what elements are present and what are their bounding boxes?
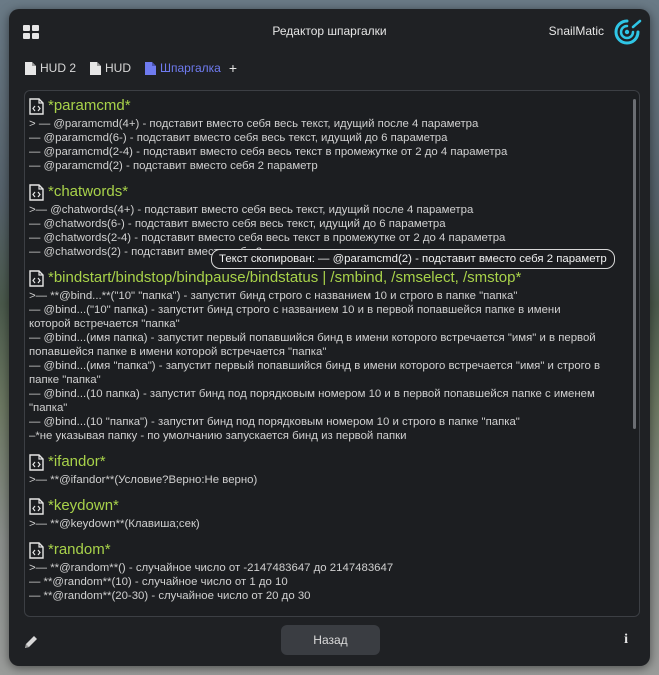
section-title: *keydown* <box>48 497 119 514</box>
snail-logo-icon <box>614 19 642 45</box>
cheatsheet-line[interactable]: — **@random**(10) - случайное число от 1… <box>29 575 629 589</box>
tab-label: Шпаргалка <box>160 61 221 75</box>
cheatsheet-line[interactable]: –*не указывая папку - по умолчанию запус… <box>29 429 629 443</box>
cheatsheet-line[interactable]: — @bind...(10 "папка") - запустит бинд п… <box>29 415 629 429</box>
cheatsheet-line[interactable]: которой встречается "папка" <box>29 317 629 331</box>
title-bar: Редактор шпаргалки SnailMatic <box>9 9 650 55</box>
cheatsheet-line[interactable]: — **@random**(20-30) - случайное число о… <box>29 589 629 603</box>
section-heading: *random* <box>29 539 629 561</box>
section-title: *bindstart/bindstop/bindpause/bindstatus… <box>48 269 522 286</box>
section-heading: *chatwords* <box>29 181 629 203</box>
tab-cheatsheet[interactable]: Шпаргалка <box>145 61 221 75</box>
code-file-icon <box>29 269 44 287</box>
cheatsheet-line[interactable]: — @bind...(имя "папка") - запустит первы… <box>29 359 629 373</box>
editor-window: Редактор шпаргалки SnailMatic HUD 2 HUD … <box>9 9 650 666</box>
copied-tooltip: Текст скопирован: — @paramcmd(2) - подст… <box>211 249 615 269</box>
tab-bar: HUD 2 HUD Шпаргалка + <box>25 59 237 77</box>
section-title: *paramcmd* <box>48 97 131 114</box>
section-title: *ifandor* <box>48 453 106 470</box>
section-heading: *keydown* <box>29 495 629 517</box>
code-file-icon <box>29 183 44 201</box>
section-title: *random* <box>48 541 111 558</box>
code-file-icon <box>29 453 44 471</box>
tab-hud[interactable]: HUD <box>90 61 131 75</box>
cheatsheet-line[interactable]: >— **@random**() - случайное число от -2… <box>29 561 629 575</box>
document-icon <box>145 61 157 75</box>
footer: Назад i <box>9 614 650 666</box>
back-button[interactable]: Назад <box>281 625 380 655</box>
code-file-icon <box>29 541 44 559</box>
tab-label: HUD 2 <box>40 61 77 75</box>
info-icon[interactable]: i <box>624 632 628 648</box>
tab-label: HUD <box>105 61 132 75</box>
cheatsheet-line[interactable]: — @bind...(10 папка) - запустит бинд под… <box>29 387 629 401</box>
cheatsheet-line[interactable]: >— **@ifandor**(Условие?Верно:Не верно) <box>29 473 629 487</box>
cheatsheet-line[interactable]: "папка" <box>29 401 629 415</box>
section-heading: *bindstart/bindstop/bindpause/bindstatus… <box>29 267 629 289</box>
cheatsheet-line[interactable]: папке "папка" <box>29 373 629 387</box>
add-tab-button[interactable]: + <box>229 60 237 76</box>
section-heading: *ifandor* <box>29 451 629 473</box>
cheatsheet-line[interactable]: попавшейся папке в имени которой встреча… <box>29 345 629 359</box>
section-heading: *paramcmd* <box>29 95 629 117</box>
pencil-icon[interactable] <box>24 635 38 649</box>
cheatsheet-line[interactable]: — @bind...("10" папка) - запустит бинд с… <box>29 303 629 317</box>
cheatsheet-section: *bindstart/bindstop/bindpause/bindstatus… <box>29 267 629 443</box>
cheatsheet-section: *paramcmd* > — @paramcmd(4+) - подставит … <box>29 95 629 173</box>
scrollbar[interactable] <box>633 99 636 429</box>
cheatsheet-line[interactable]: — @chatwords(6-) - подставит вместо себя… <box>29 217 629 231</box>
code-file-icon <box>29 97 44 115</box>
section-title: *chatwords* <box>48 183 129 200</box>
cheatsheet-text: *paramcmd* > — @paramcmd(4+) - подставит … <box>29 95 629 603</box>
cheatsheet-section: *ifandor* >— **@ifandor**(Условие?Верно:Н… <box>29 451 629 487</box>
brand-name: SnailMatic <box>548 24 604 38</box>
cheatsheet-section: *keydown* >— **@keydown**(Клавиша;сек) <box>29 495 629 531</box>
cheatsheet-line[interactable]: >— **@bind...**("10" "папка") - запустит… <box>29 289 629 303</box>
cheatsheet-line[interactable]: — @paramcmd(2) - подставит вместо себя 2… <box>29 159 629 173</box>
cheatsheet-line[interactable]: > — @paramcmd(4+) - подставит вместо себ… <box>29 117 629 131</box>
cheatsheet-line[interactable]: >— **@keydown**(Клавиша;сек) <box>29 517 629 531</box>
cheatsheet-line[interactable]: — @chatwords(2-4) - подставит вместо себ… <box>29 231 629 245</box>
document-icon <box>90 61 102 75</box>
cheatsheet-line[interactable]: — @bind...(имя папка) - запустит первый … <box>29 331 629 345</box>
document-icon <box>25 61 36 75</box>
cheatsheet-section: *random* >— **@random**() - случайное чис… <box>29 539 629 603</box>
cheatsheet-line[interactable]: — @paramcmd(6-) - подставит вместо себя … <box>29 131 629 145</box>
code-file-icon <box>29 497 44 515</box>
cheatsheet-content[interactable]: *paramcmd* > — @paramcmd(4+) - подставит … <box>24 90 640 617</box>
cheatsheet-section: *chatwords* >— @chatwords(4+) - подставит… <box>29 181 629 259</box>
cheatsheet-line[interactable]: >— @chatwords(4+) - подставит вместо себ… <box>29 203 629 217</box>
tab-hud-2[interactable]: HUD 2 <box>25 61 76 75</box>
cheatsheet-line[interactable]: — @paramcmd(2-4) - подставит вместо себя… <box>29 145 629 159</box>
